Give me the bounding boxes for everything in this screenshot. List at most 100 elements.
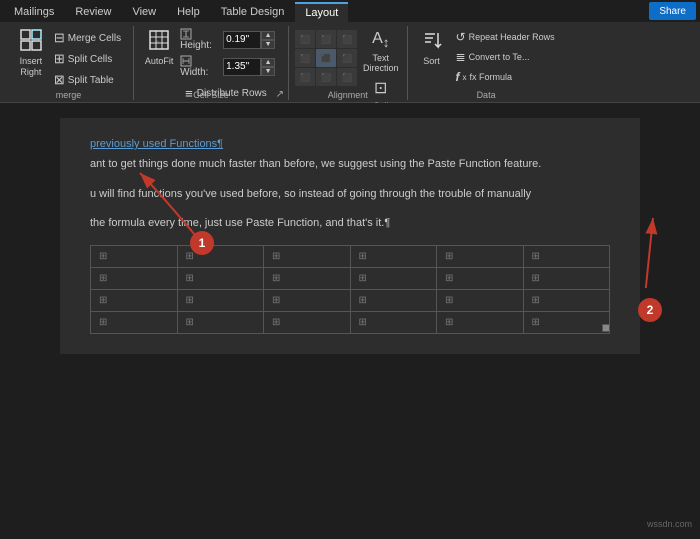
table-cell: ⊞ — [264, 245, 351, 267]
autofit-button[interactable]: ↔ AutoFit — [140, 26, 178, 70]
formula-label: fx Formula — [470, 72, 513, 82]
align-bottom-right[interactable]: ⬛ — [337, 68, 357, 86]
repeat-header-label: Repeat Header Rows — [469, 32, 555, 42]
table-row: ⊞ ⊞ ⊞ ⊞ ⊞ ⊞ — [91, 311, 610, 333]
repeat-header-icon: ↺ — [456, 30, 466, 44]
merge-cells-icon: ⊟ — [54, 30, 65, 46]
table-cell: ⊞ — [437, 289, 524, 311]
table-resize-handle[interactable] — [602, 324, 610, 332]
height-input-group: 0.19" ▲ ▼ — [223, 31, 275, 49]
tab-table-design[interactable]: Table Design — [211, 2, 295, 22]
insert-right-label: Insert Right — [20, 56, 43, 78]
ribbon: Mailings Review View Help Table Design L… — [0, 0, 700, 103]
tab-help[interactable]: Help — [167, 2, 210, 22]
group-rows-cols: Insert Right ⊟ Merge Cells ⊞ Split Cells… — [4, 26, 134, 100]
autofit-icon: ↔ — [148, 29, 170, 54]
table-cell: ⊞ — [350, 311, 437, 333]
insert-right-icon — [20, 29, 42, 54]
watermark: wssdn.com — [647, 519, 692, 529]
tab-view[interactable]: View — [122, 2, 166, 22]
height-down-btn[interactable]: ▼ — [261, 40, 275, 49]
height-up-btn[interactable]: ▲ — [261, 31, 275, 40]
align-bottom-left[interactable]: ⬛ — [295, 68, 315, 86]
convert-to-text-label: Convert to Te... — [469, 52, 530, 62]
align-middle-center[interactable]: ⬛ — [316, 49, 336, 67]
merge-cells-label: Merge Cells — [68, 33, 121, 44]
table-cell: ⊞ — [264, 267, 351, 289]
width-input[interactable]: 1.35" — [223, 58, 261, 76]
text-direction-label: Text Direction — [363, 53, 399, 73]
width-label: Width: — [180, 55, 220, 78]
document-table: ⊞ ⊞ ⊞ ⊞ ⊞ ⊞ ⊞ ⊞ ⊞ ⊞ ⊞ ⊞ ⊞ ⊞ ⊞ ⊞ ⊞ ⊞ — [90, 245, 610, 334]
doc-heading: previously used Functions¶ — [90, 138, 610, 150]
table-row: ⊞ ⊞ ⊞ ⊞ ⊞ ⊞ — [91, 267, 610, 289]
align-middle-left[interactable]: ⬛ — [295, 49, 315, 67]
tab-mailings[interactable]: Mailings — [4, 2, 64, 22]
data-group-label: Data — [408, 90, 565, 100]
document-area: previously used Functions¶ ant to get th… — [0, 103, 700, 537]
callout-2: 2 — [638, 298, 662, 322]
width-spinner: ▲ ▼ — [261, 58, 275, 76]
sort-button[interactable]: Sort — [414, 26, 450, 70]
split-table-label: Split Table — [68, 75, 114, 86]
split-table-icon: ⊠ — [54, 72, 65, 88]
insert-right-button[interactable]: Insert Right — [12, 26, 50, 81]
tab-layout[interactable]: Layout — [295, 2, 348, 22]
table-cell: ⊞ — [177, 245, 264, 267]
svg-text:↔: ↔ — [155, 38, 160, 44]
table-cell: ⊞ — [523, 267, 610, 289]
merge-cells-button[interactable]: ⊟ Merge Cells — [50, 28, 125, 48]
height-label: Height: — [180, 28, 220, 51]
table-cell: ⊞ — [437, 245, 524, 267]
text-direction-button[interactable]: A↕ Text Direction — [361, 28, 401, 75]
group-data: Sort ↺ Repeat Header Rows ≣ Convert to T… — [408, 26, 565, 100]
group-alignment: ⬛ ⬛ ⬛ ⬛ ⬛ ⬛ ⬛ ⬛ ⬛ A↕ Text Direction — [289, 26, 408, 100]
convert-to-text-icon: ≣ — [456, 50, 466, 64]
tab-review[interactable]: Review — [65, 2, 121, 22]
table-cell: ⊞ — [91, 289, 178, 311]
align-top-center[interactable]: ⬛ — [316, 30, 336, 48]
width-row: Width: 1.35" ▲ ▼ — [180, 55, 282, 78]
height-input[interactable]: 0.19" — [223, 31, 261, 49]
align-top-right[interactable]: ⬛ — [337, 30, 357, 48]
align-middle-right[interactable]: ⬛ — [337, 49, 357, 67]
table-cell: ⊞ — [264, 289, 351, 311]
table-cell: ⊞ — [177, 289, 264, 311]
width-input-group: 1.35" ▲ ▼ — [223, 58, 275, 76]
align-bottom-center[interactable]: ⬛ — [316, 68, 336, 86]
document-page: previously used Functions¶ ant to get th… — [60, 118, 640, 354]
table-cell: ⊞ — [177, 267, 264, 289]
table-cell: ⊞ — [91, 267, 178, 289]
alignment-grid: ⬛ ⬛ ⬛ ⬛ ⬛ ⬛ ⬛ ⬛ ⬛ — [295, 30, 357, 86]
width-up-btn[interactable]: ▲ — [261, 58, 275, 67]
split-table-button[interactable]: ⊠ Split Table — [50, 70, 125, 90]
table-cell: ⊞ — [523, 289, 610, 311]
formula-icon: f — [456, 70, 460, 84]
table-cell: ⊞ — [264, 311, 351, 333]
doc-para-1: ant to get things done much faster than … — [90, 156, 610, 174]
table-cell: ⊞ — [523, 245, 610, 267]
align-top-left[interactable]: ⬛ — [295, 30, 315, 48]
table-row: ⊞ ⊞ ⊞ ⊞ ⊞ ⊞ — [91, 245, 610, 267]
ribbon-tab-bar: Mailings Review View Help Table Design L… — [0, 0, 700, 22]
split-cells-icon: ⊞ — [54, 51, 65, 67]
sort-label: Sort — [423, 56, 440, 67]
table-cell: ⊞ — [437, 311, 524, 333]
cell-size-expand-icon[interactable]: ↗ — [276, 89, 284, 100]
merge-group-label: merge — [4, 90, 133, 100]
repeat-header-button[interactable]: ↺ Repeat Header Rows — [452, 28, 559, 46]
convert-to-text-button[interactable]: ≣ Convert to Te... — [452, 48, 559, 66]
split-cells-label: Split Cells — [68, 54, 112, 65]
split-cells-button[interactable]: ⊞ Split Cells — [50, 49, 125, 69]
share-button[interactable]: Share — [649, 2, 696, 20]
doc-para-2: u will find functions you've used before… — [90, 186, 610, 204]
autofit-label: AutoFit — [145, 56, 174, 67]
formula-button[interactable]: fx fx Formula — [452, 68, 559, 86]
height-spinner: ▲ ▼ — [261, 31, 275, 49]
table-cell: ⊞ — [91, 245, 178, 267]
cell-size-group-label: Cell Size ↗ — [134, 90, 288, 100]
width-down-btn[interactable]: ▼ — [261, 67, 275, 76]
sort-icon — [421, 29, 443, 54]
alignment-group-label: Alignment — [289, 90, 407, 100]
callout-1: 1 — [190, 231, 214, 255]
